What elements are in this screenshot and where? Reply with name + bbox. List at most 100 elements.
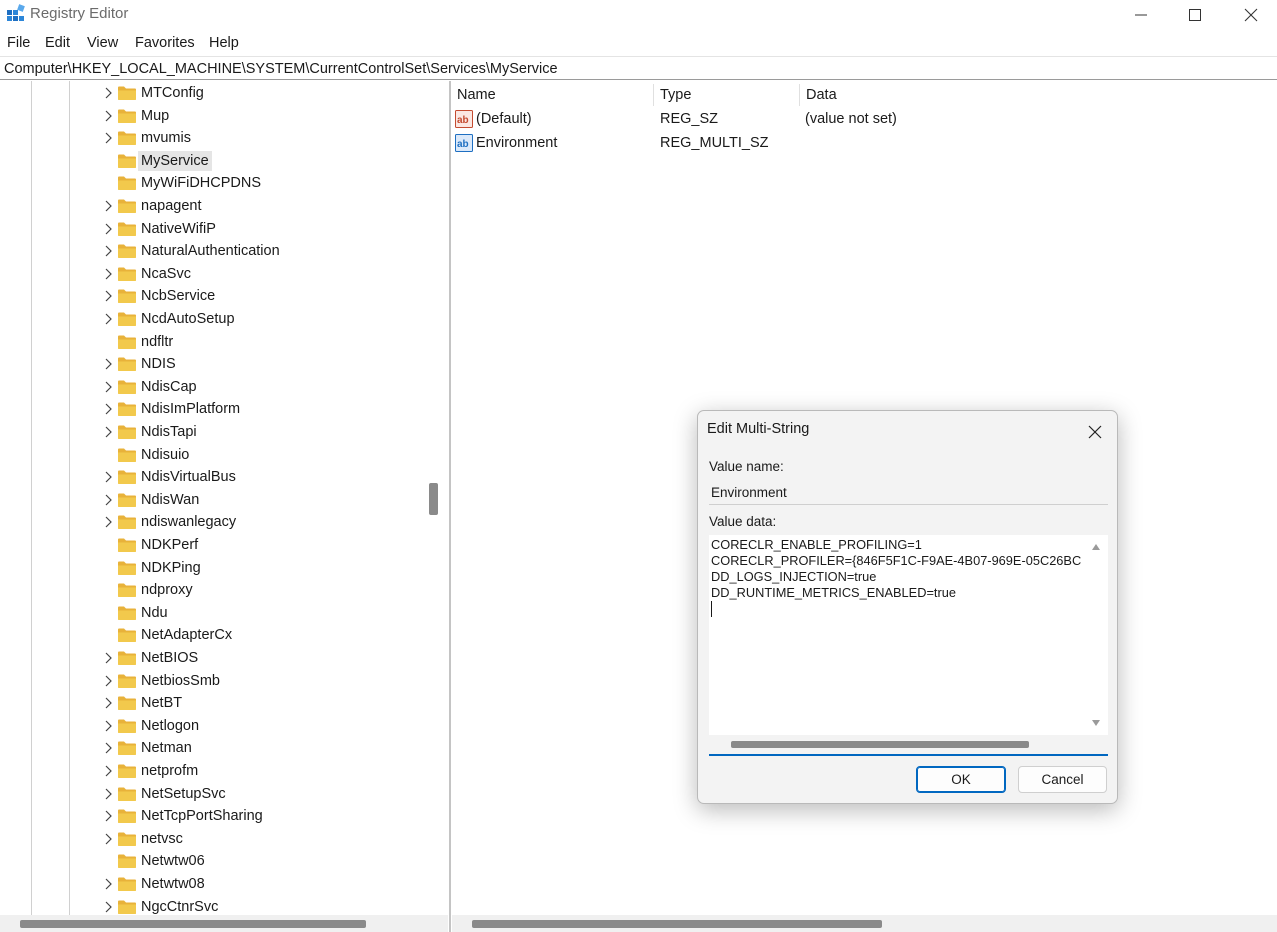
chevron-right-icon[interactable] xyxy=(103,110,113,122)
chevron-right-icon[interactable] xyxy=(103,901,113,913)
menu-edit[interactable]: Edit xyxy=(45,35,70,51)
tree-item[interactable]: NDKPerf xyxy=(100,534,420,556)
chevron-right-icon[interactable] xyxy=(103,742,113,754)
tree-item[interactable]: NetbiosSmb xyxy=(100,670,420,692)
cancel-button[interactable]: Cancel xyxy=(1018,766,1107,793)
tree-vertical-scrollbar-thumb[interactable] xyxy=(429,483,438,515)
tree-item[interactable]: NcbService xyxy=(100,285,420,307)
tree-item[interactable]: NDKPing xyxy=(100,557,420,579)
tree-item[interactable]: netvsc xyxy=(100,828,420,850)
value-data-vertical-scrollbar[interactable] xyxy=(1086,535,1108,735)
chevron-right-icon[interactable] xyxy=(103,788,113,800)
tree-item[interactable]: NetSetupSvc xyxy=(100,783,420,805)
tree-item[interactable]: Ndu xyxy=(100,602,420,624)
dialog-close-button[interactable] xyxy=(1080,417,1110,447)
folder-icon xyxy=(118,674,136,688)
chevron-right-icon[interactable] xyxy=(103,426,113,438)
tree-item[interactable]: Netwtw08 xyxy=(100,873,420,895)
chevron-right-icon[interactable] xyxy=(103,381,113,393)
chevron-right-icon[interactable] xyxy=(103,765,113,777)
scrollbar-thumb[interactable] xyxy=(20,920,366,928)
tree-item[interactable]: NdisCap xyxy=(100,376,420,398)
chevron-right-icon[interactable] xyxy=(103,223,113,235)
address-bar[interactable]: Computer\HKEY_LOCAL_MACHINE\SYSTEM\Curre… xyxy=(0,56,1277,80)
menu-file[interactable]: File xyxy=(7,35,30,51)
tree-item[interactable]: NdisTapi xyxy=(100,421,420,443)
tree-item[interactable]: NativeWifiP xyxy=(100,218,420,240)
tree-item[interactable]: NdisImPlatform xyxy=(100,398,420,420)
scroll-up-arrow-icon[interactable] xyxy=(1091,543,1101,551)
chevron-right-icon[interactable] xyxy=(103,494,113,506)
column-separator[interactable] xyxy=(799,84,800,106)
tree-item[interactable]: MTConfig xyxy=(100,82,420,104)
ok-button[interactable]: OK xyxy=(916,766,1006,793)
tree-item[interactable]: NdisVirtualBus xyxy=(100,466,420,488)
tree-item[interactable]: NcaSvc xyxy=(100,263,420,285)
chevron-right-icon[interactable] xyxy=(103,516,113,528)
chevron-right-icon[interactable] xyxy=(103,471,113,483)
values-horizontal-scrollbar[interactable] xyxy=(452,915,1277,932)
scrollbar-thumb[interactable] xyxy=(472,920,882,928)
tree-item[interactable]: NcdAutoSetup xyxy=(100,308,420,330)
tree-item[interactable]: ndproxy xyxy=(100,579,420,601)
chevron-right-icon[interactable] xyxy=(103,200,113,212)
close-button[interactable] xyxy=(1222,0,1277,30)
menu-favorites[interactable]: Favorites xyxy=(135,35,195,51)
value-row-default[interactable]: ab (Default) REG_SZ (value not set) xyxy=(455,108,1255,130)
tree-item[interactable]: napagent xyxy=(100,195,420,217)
tree-item[interactable]: NaturalAuthentication xyxy=(100,240,420,262)
column-header-type[interactable]: Type xyxy=(660,87,691,103)
maximize-button[interactable] xyxy=(1166,0,1224,30)
chevron-right-icon[interactable] xyxy=(103,245,113,257)
chevron-right-icon[interactable] xyxy=(103,358,113,370)
value-type: REG_SZ xyxy=(660,111,719,127)
minimize-button[interactable] xyxy=(1112,0,1170,30)
menu-view[interactable]: View xyxy=(87,35,118,51)
column-header-data[interactable]: Data xyxy=(806,87,837,103)
tree-item[interactable]: ndfltr xyxy=(100,331,420,353)
chevron-right-icon[interactable] xyxy=(103,290,113,302)
chevron-right-icon[interactable] xyxy=(103,313,113,325)
value-data-horizontal-scrollbar[interactable] xyxy=(709,735,1108,754)
chevron-right-icon[interactable] xyxy=(103,697,113,709)
folder-icon xyxy=(118,267,136,281)
chevron-right-icon[interactable] xyxy=(103,132,113,144)
tree-item[interactable]: NdisWan xyxy=(100,489,420,511)
tree-item[interactable]: Netman xyxy=(100,737,420,759)
tree-item[interactable]: Ndisuio xyxy=(100,444,420,466)
tree-item[interactable]: NgcCtnrSvc xyxy=(100,896,420,915)
value-data-textarea[interactable]: CORECLR_ENABLE_PROFILING=1 CORECLR_PROFI… xyxy=(709,535,1108,756)
column-separator[interactable] xyxy=(653,84,654,106)
chevron-right-icon[interactable] xyxy=(103,268,113,280)
tree-item[interactable]: NetAdapterCx xyxy=(100,624,420,646)
tree-item[interactable]: Netwtw06 xyxy=(100,850,420,872)
chevron-right-icon[interactable] xyxy=(103,87,113,99)
tree-item[interactable]: ndiswanlegacy xyxy=(100,511,420,533)
tree-item[interactable]: NDIS xyxy=(100,353,420,375)
tree-item[interactable]: MyService xyxy=(100,150,420,172)
menu-help[interactable]: Help xyxy=(209,35,239,51)
chevron-right-icon[interactable] xyxy=(103,652,113,664)
chevron-right-icon[interactable] xyxy=(103,675,113,687)
column-header-name[interactable]: Name xyxy=(457,87,496,103)
tree-item[interactable]: NetBT xyxy=(100,692,420,714)
scroll-down-arrow-icon[interactable] xyxy=(1091,719,1101,727)
pane-splitter[interactable] xyxy=(449,81,451,932)
tree-item[interactable]: MyWiFiDHCPDNS xyxy=(100,172,420,194)
chevron-right-icon[interactable] xyxy=(103,810,113,822)
folder-icon xyxy=(118,583,136,598)
tree-item[interactable]: mvumis xyxy=(100,127,420,149)
tree-item[interactable]: NetTcpPortSharing xyxy=(100,805,420,827)
tree-item[interactable]: netprofm xyxy=(100,760,420,782)
tree-item[interactable]: NetBIOS xyxy=(100,647,420,669)
tree-item[interactable]: Mup xyxy=(100,105,420,127)
chevron-right-icon[interactable] xyxy=(103,833,113,845)
value-row-environment[interactable]: ab Environment REG_MULTI_SZ xyxy=(455,132,1255,154)
chevron-right-icon[interactable] xyxy=(103,403,113,415)
chevron-right-icon[interactable] xyxy=(103,878,113,890)
tree-horizontal-scrollbar[interactable] xyxy=(0,915,448,932)
chevron-right-icon[interactable] xyxy=(103,720,113,732)
address-path[interactable]: Computer\HKEY_LOCAL_MACHINE\SYSTEM\Curre… xyxy=(4,61,558,77)
scrollbar-thumb[interactable] xyxy=(731,741,1029,748)
tree-item[interactable]: Netlogon xyxy=(100,715,420,737)
